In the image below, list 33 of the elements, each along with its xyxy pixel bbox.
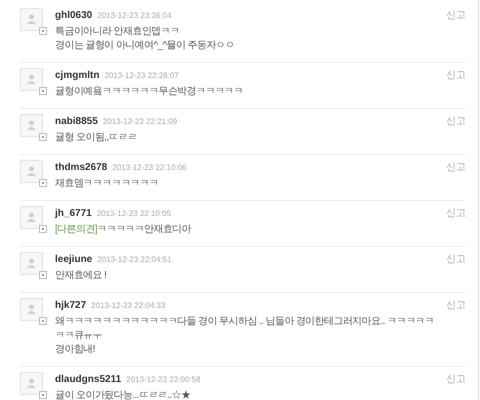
comment-text: 안재효에요 !	[55, 269, 108, 283]
comment-text: 경이는 귤형이 아니예여^_^뮬이 주동자ㅇㅇ	[55, 39, 236, 53]
username[interactable]: thdms2678	[55, 160, 108, 175]
avatar-icon	[20, 68, 47, 95]
timestamp: 2013-12-23 22:10:05	[96, 208, 171, 220]
timestamp: 2013-12-23 22:04:33	[91, 300, 166, 312]
timestamp: 2013-12-23 22:10:06	[112, 162, 187, 174]
comment-text: 귤형이예욬ㅋㅋㅋㅋㅋㅋ무슨박경ㅋㅋㅋㅋㅋ	[55, 85, 244, 99]
comment-text: 귤이 오이가됬다능...ㄸㄹㄹ..☆★	[55, 389, 192, 400]
avatar-icon	[20, 160, 47, 187]
timestamp: 2013-12-23 22:21:09	[102, 116, 178, 128]
comment-text: 경아힘내!	[55, 343, 96, 357]
username[interactable]: hjk727	[55, 298, 86, 313]
avatar-icon	[20, 8, 47, 35]
comment-text: 재효뎀ㅋㅋㅋㅋㅋㅋㅋㅋ	[55, 177, 160, 191]
timestamp: 2013-12-23 22:28:07	[104, 70, 179, 82]
avatar-icon	[20, 206, 47, 233]
username[interactable]: ghl0630	[55, 8, 92, 23]
avatar-icon	[20, 298, 47, 325]
comment-text: 귤형 오이됨,,ㄸㄹㄹ	[55, 131, 138, 145]
username[interactable]: dlaudgns5211	[55, 372, 122, 387]
avatar-icon	[20, 252, 47, 279]
username[interactable]: cjmgmltn	[55, 68, 100, 83]
timestamp: 2013-12-23 22:00:58	[126, 374, 200, 386]
comment-text: [다른의견]ㅋㅋㅋㅋㅋ안재효디아	[55, 223, 192, 237]
username[interactable]: nabi8855	[55, 114, 98, 129]
avatar-icon	[20, 114, 47, 141]
username[interactable]: leejiune	[55, 252, 92, 267]
comment-text: 특금이아니라 안재효인뎁ㅋㅋ	[55, 25, 180, 39]
timestamp: 2013-12-23 22:04:51	[97, 254, 172, 266]
comment-text: 왜ㅋㅋㅋㅋㅋㅋㅋㅋㅋㅋㅋㅋ다들 경이 무시하심 .. 님들아 경이한테그러지마요.. ㅋㅋㅋㅋㅋㅋㅋ큐ㅠㅜ	[55, 315, 435, 343]
username[interactable]: jh_6771	[55, 206, 92, 221]
timestamp: 2013-12-23 23:36:04	[97, 10, 172, 22]
